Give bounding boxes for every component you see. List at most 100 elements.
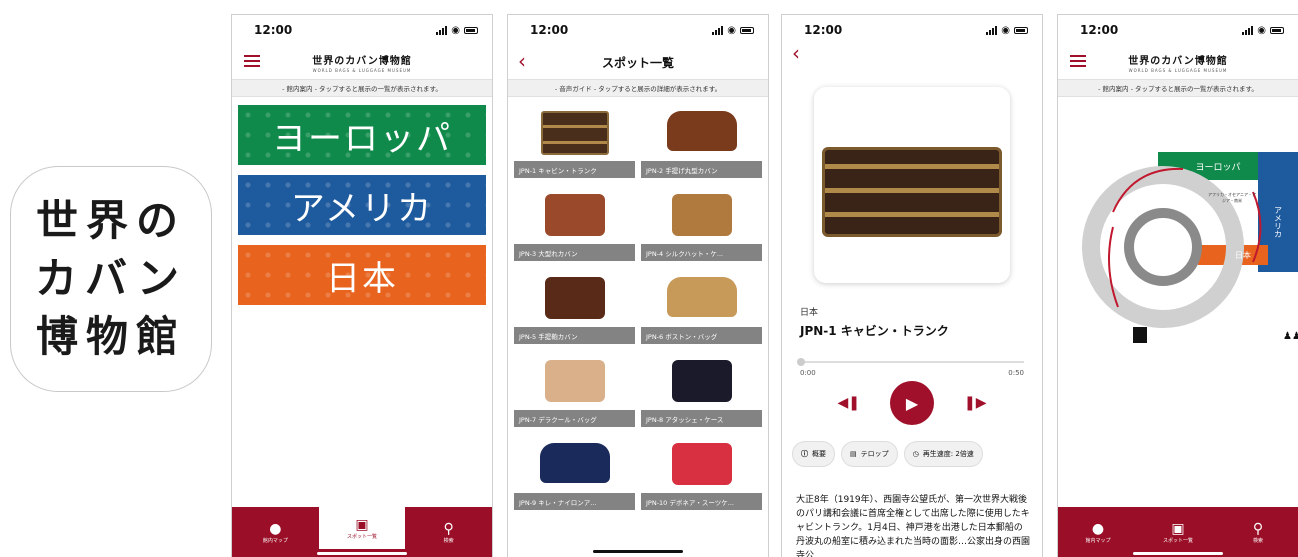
speed-button[interactable]: ◷ 再生速度: 2倍速 [903, 441, 983, 467]
app-icon-line: カバン [34, 254, 188, 303]
tab-map[interactable]: ● 館内マップ [232, 507, 319, 557]
signal-icon [712, 25, 724, 35]
search-icon: ⚲ [443, 520, 454, 537]
spot-caption: JPN-9 キレ・ナイロンア... [514, 493, 635, 510]
home-indicator [1133, 552, 1223, 555]
app-icon: 世界の カバン 博物館 [10, 166, 212, 392]
spot-card[interactable]: JPN-2 手提げ丸型カバン [641, 103, 762, 178]
suitcase-icon: ▣ [355, 516, 369, 533]
tab-search[interactable]: ⚲ 検索 [1218, 507, 1298, 557]
spot-card[interactable]: JPN-8 アタッシェ・ケース [641, 352, 762, 427]
page-title: スポット一覧 [601, 55, 674, 70]
audio-progress[interactable] [797, 358, 1024, 366]
middle-zone-label: アフリカ・オセアニア・アジア・南米 [1208, 192, 1256, 203]
navbar: 世界のカバン博物館 WORLD BAGS & LUGGAGE MUSEUM [1058, 45, 1298, 79]
spot-card[interactable]: JPN-7 デラクール・バッグ [514, 352, 635, 427]
logo-main: 世界のカバン博物館 [1128, 55, 1228, 67]
spot-caption: JPN-8 アタッシェ・ケース [641, 410, 762, 427]
pill-label: 再生速度: 2倍速 [922, 450, 974, 458]
app-icon-line: 世界の [35, 196, 186, 245]
trunk-image [540, 111, 609, 155]
signal-icon [986, 25, 998, 35]
spot-card[interactable]: JPN-6 ボストン・バッグ [641, 269, 762, 344]
tab-label: 検索 [1252, 537, 1263, 544]
detail-options: ⓘ 概要 ▤ テロップ ◷ 再生速度: 2倍速 [792, 441, 1042, 467]
trunk-image [822, 147, 1002, 237]
exhibit-photo [814, 87, 1010, 283]
wifi-icon: ◉ [1257, 24, 1266, 36]
menu-icon[interactable] [244, 55, 260, 67]
time-total: 0:50 [1008, 369, 1024, 377]
bag-image [539, 443, 610, 483]
tab-bar: ● 館内マップ ▣ スポット一覧 ⚲ 検索 [232, 507, 492, 557]
spot-caption: JPN-2 手提げ丸型カバン [641, 161, 762, 178]
phone-spot-detail: 12:00 ◉ ‹ 日本 JPN-1 キャビン・トランク 0:00 0:50 ◀… [781, 14, 1043, 557]
battery-icon [1270, 26, 1284, 34]
navbar: 世界のカバン博物館 WORLD BAGS & LUGGAGE MUSEUM [232, 45, 492, 79]
status-bar: 12:00 ◉ [782, 15, 1042, 45]
area-europe-button[interactable]: ヨーロッパ [238, 105, 486, 165]
back-icon[interactable]: ‹ [518, 49, 526, 73]
tab-map[interactable]: ● 館内マップ [1058, 507, 1138, 557]
signal-icon [436, 25, 448, 35]
tab-label: 館内マップ [1085, 537, 1111, 544]
elevator-icon [1133, 327, 1147, 343]
area-label: 日本 [326, 258, 398, 299]
spot-card[interactable]: JPN-9 キレ・ナイロンア... [514, 435, 635, 510]
spot-card[interactable]: JPN-3 大型れカバン [514, 186, 635, 261]
summary-button[interactable]: ⓘ 概要 [792, 441, 835, 467]
home-indicator [593, 550, 683, 553]
exhibit-description: 大正8年（1919年）、西園寺公望氏が、第一次世界大戦後のパリ講和会議に首席全権… [796, 495, 1031, 557]
caption-button[interactable]: ▤ テロップ [841, 441, 898, 467]
area-america-button[interactable]: アメリカ [238, 175, 486, 235]
bag-image [671, 443, 732, 485]
app-icon-line: 博物館 [35, 312, 186, 361]
back-icon[interactable]: ‹ [792, 41, 800, 65]
map-pin-icon: ● [269, 520, 282, 537]
info-icon: ⓘ [801, 450, 808, 458]
battery-icon [464, 26, 478, 34]
bag-image [544, 360, 605, 402]
audio-times: 0:00 0:50 [800, 369, 1024, 377]
logo-sub: WORLD BAGS & LUGGAGE MUSEUM [1128, 67, 1228, 73]
inner-ring [1124, 208, 1202, 286]
status-bar: 12:00 ◉ [232, 15, 492, 45]
navbar: ‹ [782, 41, 1042, 65]
spot-caption: JPN-7 デラクール・バッグ [514, 410, 635, 427]
america-label: アメリカ [1273, 206, 1283, 238]
area-label: ヨーロッパ [272, 118, 452, 159]
skip-back-icon[interactable]: ◀❚ [838, 395, 861, 411]
skip-forward-icon[interactable]: ❚▶ [964, 395, 987, 411]
exhibit-area: 日本 [800, 308, 819, 318]
progress-knob[interactable] [797, 358, 805, 366]
spot-card[interactable]: JPN-1 キャビン・トランク [514, 103, 635, 178]
tab-label: スポット一覧 [1162, 537, 1193, 544]
tab-spots[interactable]: ▣ スポット一覧 [318, 507, 406, 549]
status-icons: ◉ [436, 25, 478, 36]
search-icon: ⚲ [1252, 520, 1264, 537]
map-subtitle: - 館内案内 - タップすると展示の一覧が表示されます。 [232, 79, 492, 97]
spot-card[interactable]: JPN-10 デボネア・スーツケ... [641, 435, 762, 510]
play-button[interactable]: ▶ [890, 381, 934, 425]
wifi-icon: ◉ [1001, 24, 1010, 36]
spot-caption: JPN-4 シルクハット・ケ... [641, 244, 762, 261]
clock-icon: ◷ [912, 450, 919, 458]
spot-caption: JPN-3 大型れカバン [514, 244, 635, 261]
status-time: 12:00 [530, 23, 569, 37]
menu-icon[interactable] [1070, 55, 1086, 67]
pill-label: テロップ [860, 450, 889, 458]
status-icons: ◉ [1242, 25, 1284, 36]
spot-card[interactable]: JPN-5 手提鞄カバン [514, 269, 635, 344]
spot-caption: JPN-6 ボストン・バッグ [641, 327, 762, 344]
exhibit-title: JPN-1 キャビン・トランク [800, 324, 949, 338]
tab-bar: ● 館内マップ ▣ スポット一覧 ⚲ 検索 [1058, 507, 1298, 557]
area-japan-button[interactable]: 日本 [238, 245, 486, 305]
suitcase-icon: ▣ [1171, 520, 1185, 537]
spots-subtitle: - 音声ガイド - タップすると展示の詳細が表示されます。 [508, 79, 768, 97]
battery-icon [1014, 26, 1028, 34]
phone-floor-map: 12:00 ◉ 世界のカバン博物館 WORLD BAGS & LUGGAGE M… [1057, 14, 1298, 557]
app-icon-text: 世界の カバン 博物館 [35, 192, 187, 366]
tab-spots[interactable]: ▣ スポット一覧 [1138, 507, 1218, 557]
spot-card[interactable]: JPN-4 シルクハット・ケ... [641, 186, 762, 261]
tab-search[interactable]: ⚲ 検索 [405, 507, 492, 557]
